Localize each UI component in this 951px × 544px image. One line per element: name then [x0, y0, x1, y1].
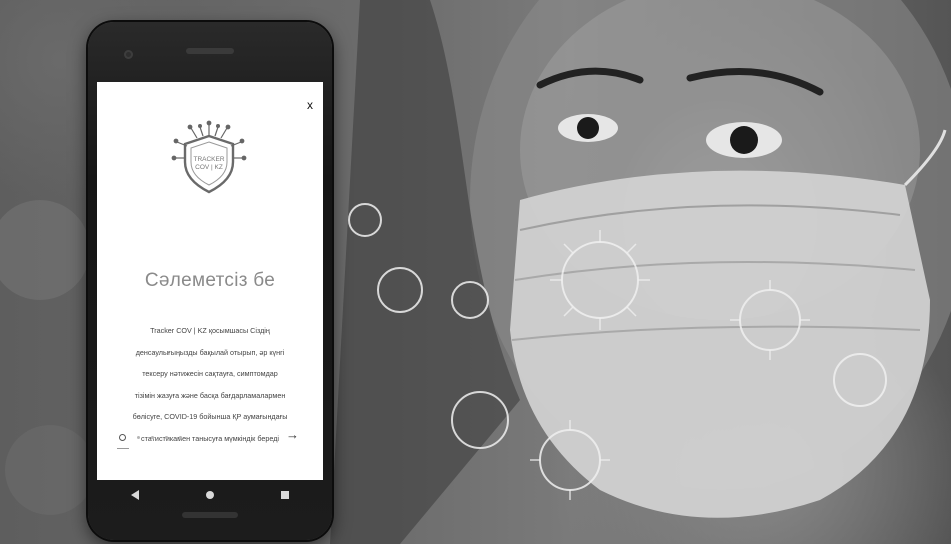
- android-nav-bar: [97, 480, 323, 510]
- front-camera: [124, 50, 133, 59]
- description-line: бөлісуге, COVID-19 бойынша ҚР аумағындағ…: [132, 412, 288, 422]
- next-arrow-button[interactable]: →: [286, 427, 299, 442]
- close-button[interactable]: x: [307, 98, 313, 112]
- page-dot[interactable]: [151, 436, 154, 439]
- tracker-cov-kz-logo: TRACKER COV | KZ: [171, 120, 247, 194]
- phone-mockup: x TRACKER COV | KZ Сәлеметсіз бе Tracker…: [88, 22, 332, 540]
- page-indicator-underline: [117, 448, 129, 449]
- home-icon: [205, 491, 214, 499]
- home-button[interactable]: [190, 483, 230, 507]
- page-dot[interactable]: [137, 436, 140, 439]
- svg-text:COV | KZ: COV | KZ: [195, 164, 223, 171]
- phone-screen: x TRACKER COV | KZ Сәлеметсіз бе Tracker…: [97, 82, 323, 480]
- background-scene: x TRACKER COV | KZ Сәлеметсіз бе Tracker…: [0, 0, 951, 544]
- earpiece-speaker: [186, 48, 234, 54]
- page-dot[interactable]: [179, 436, 182, 439]
- page-indicator: [119, 434, 182, 441]
- description-line: денсаулығыңызды бақылай отырып, әр күнгі: [135, 347, 285, 357]
- bottom-speaker: [182, 512, 238, 518]
- description-line: тізімін жазуға және басқа бағдарламаларм…: [134, 390, 286, 400]
- logo-text: TRACKER: [193, 156, 224, 163]
- description-line: Tracker COV | KZ қосымшасы Сіздің: [150, 326, 270, 335]
- back-icon: [130, 490, 139, 500]
- recent-apps-icon: [281, 491, 290, 499]
- page-dot[interactable]: [165, 436, 168, 439]
- greeting-title: Сәлеметсіз бе: [144, 270, 276, 291]
- page-dot-active[interactable]: [119, 434, 126, 441]
- intro-description: Tracker COV | KZ қосымшасы Сіздің денсау…: [111, 320, 309, 450]
- recent-apps-button[interactable]: [265, 483, 305, 507]
- description-line: тексеру нәтижесін сақтауға, симптомдар: [142, 369, 278, 379]
- back-button[interactable]: [115, 483, 155, 507]
